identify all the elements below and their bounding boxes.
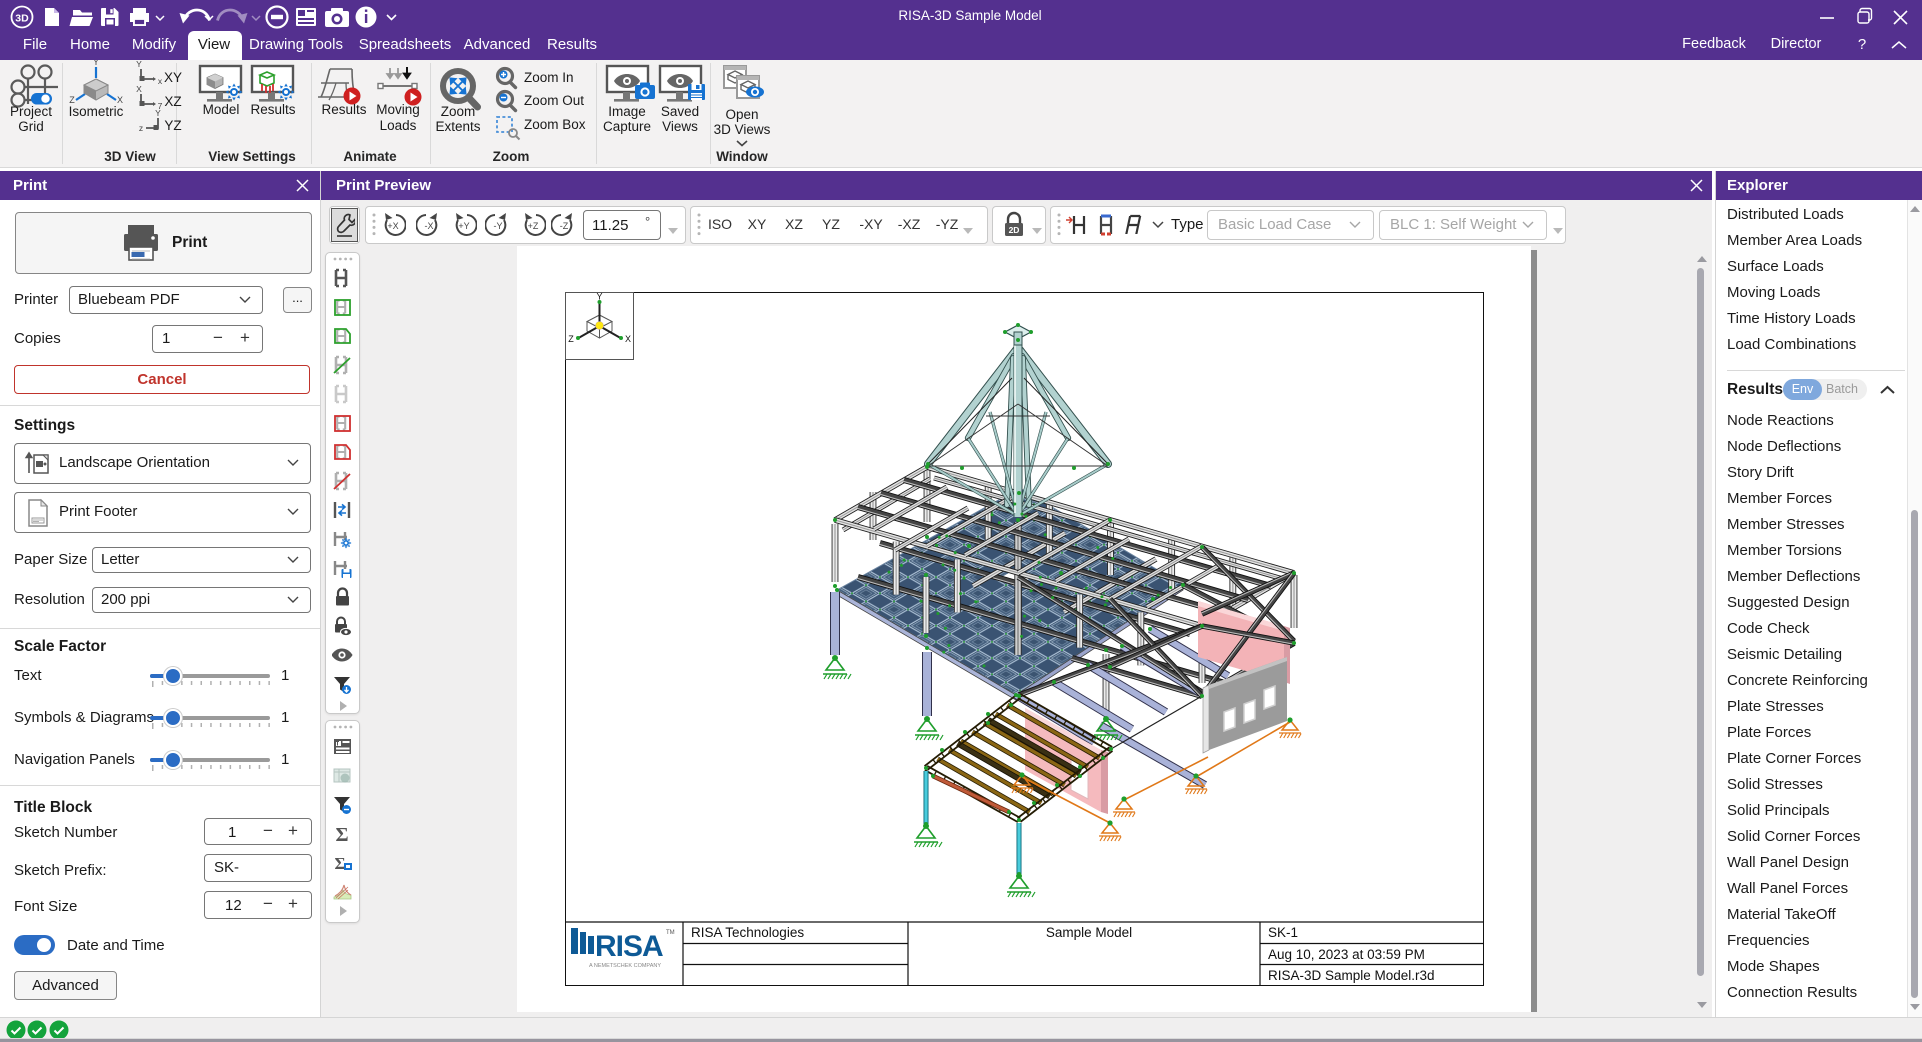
- svg-text:X: X: [136, 84, 142, 94]
- svg-text:-Y: -Y: [494, 221, 503, 231]
- svg-text:2D: 2D: [1009, 225, 1020, 235]
- svg-text:Σ: Σ: [335, 824, 348, 844]
- svg-text:3D: 3D: [15, 13, 29, 25]
- svg-text:Zoom In: Zoom In: [524, 70, 574, 85]
- svg-text:Y: Y: [136, 60, 142, 69]
- svg-text:+Z: +Z: [528, 221, 539, 231]
- svg-text:Y: Y: [93, 60, 99, 67]
- svg-text:-X: -X: [425, 221, 434, 231]
- svg-text:+Y: +Y: [458, 221, 469, 231]
- svg-text:-Z: -Z: [560, 221, 569, 231]
- svg-text:+X: +X: [387, 221, 398, 231]
- svg-text:Σ: Σ: [334, 854, 345, 873]
